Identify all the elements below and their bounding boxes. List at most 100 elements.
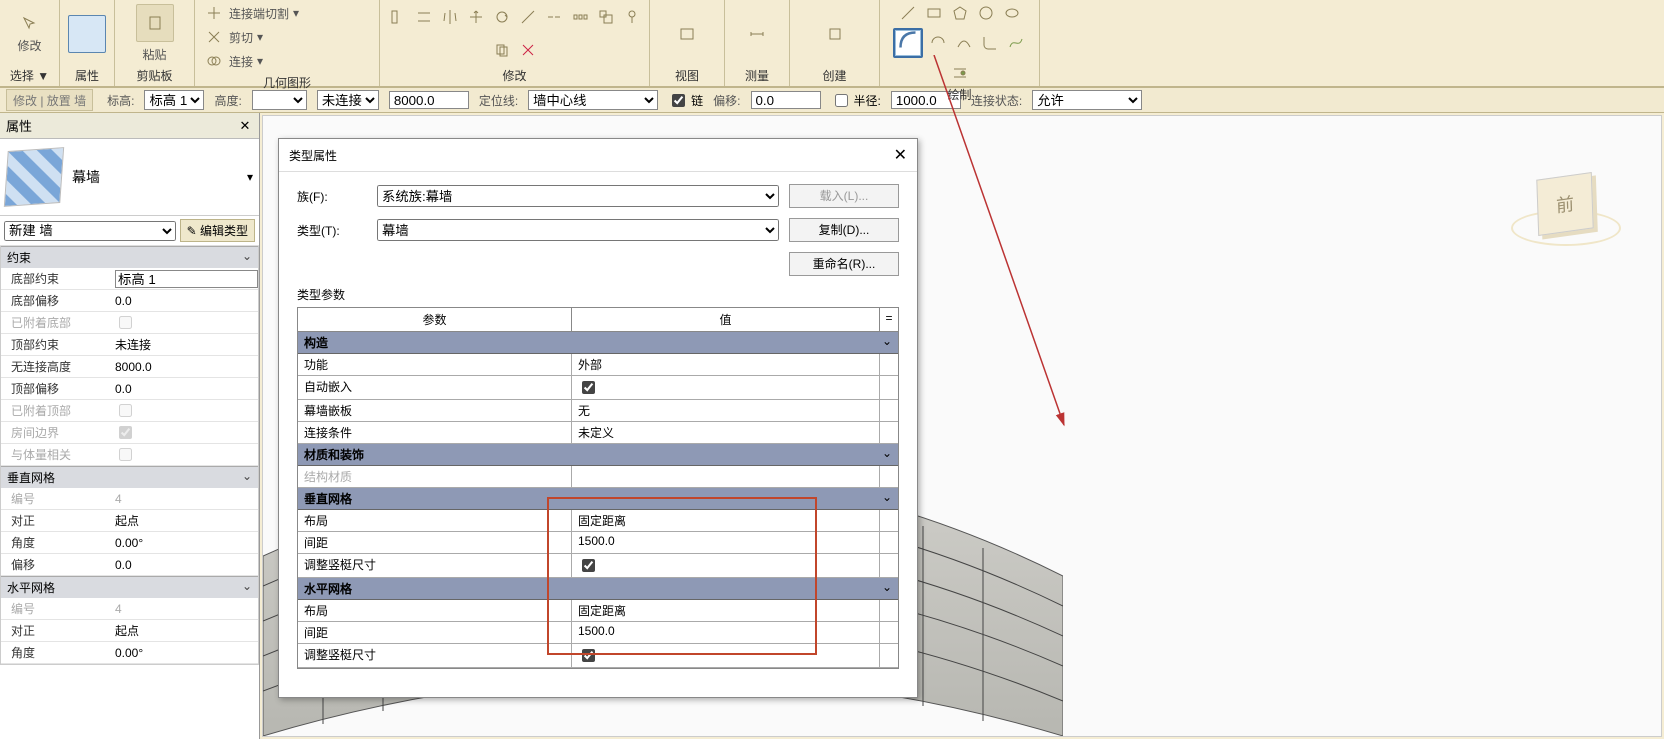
close-icon[interactable]: ✕ (237, 118, 253, 134)
prop-value[interactable]: 未连接 (111, 336, 258, 353)
dialog-title: 类型属性 (289, 147, 337, 164)
rect-icon[interactable] (924, 3, 944, 23)
section-constraints[interactable]: 约束⌄ (1, 246, 258, 268)
base-constraint-input[interactable] (115, 270, 258, 288)
pt-value[interactable]: 1500.0 (572, 622, 880, 643)
pt-value[interactable]: 固定距离 (572, 510, 880, 531)
copy-button[interactable]: 复制(D)... (789, 218, 899, 242)
view-cube[interactable]: 前 (1511, 166, 1621, 256)
family-select[interactable]: 系统族:幕墙 (377, 185, 779, 207)
prop-key: 对正 (1, 512, 111, 529)
pt-section-vgrid[interactable]: 垂直网格⌄ (298, 488, 898, 510)
coping-icon[interactable] (204, 3, 224, 23)
type-select[interactable]: 幕墙 (377, 219, 779, 241)
ellipse-icon[interactable] (1002, 3, 1022, 23)
mirror-icon[interactable] (440, 7, 460, 27)
height-mode-select[interactable] (252, 90, 307, 110)
viewcube-face[interactable]: 前 (1536, 172, 1593, 236)
array-icon[interactable] (570, 7, 590, 27)
radius-label: 半径: (854, 92, 881, 109)
pt-section-hgrid[interactable]: 水平网格⌄ (298, 578, 898, 600)
cut-button[interactable]: 剪切 (229, 29, 253, 46)
pin-icon[interactable] (622, 7, 642, 27)
pt-section-construction[interactable]: 构造⌄ (298, 332, 898, 354)
scale-icon[interactable] (596, 7, 616, 27)
pt-section-materials[interactable]: 材质和装饰⌄ (298, 444, 898, 466)
ribbon-group-label: 剪贴板 (119, 65, 190, 84)
properties-icon[interactable] (68, 15, 106, 53)
prop-value[interactable]: 0.00° (111, 536, 258, 550)
trim-icon[interactable] (518, 7, 538, 27)
close-icon[interactable]: ✕ (894, 145, 907, 165)
vgrid-adjust-checkbox[interactable] (582, 559, 595, 572)
fillet-arc-icon[interactable] (980, 33, 1000, 53)
pt-key: 布局 (298, 600, 572, 621)
create-icon[interactable] (825, 24, 845, 44)
offset-icon[interactable] (414, 7, 434, 27)
prop-value[interactable]: 0.0 (111, 558, 258, 572)
joinstate-select[interactable]: 允许 (1032, 90, 1142, 110)
delete-icon[interactable] (518, 40, 538, 60)
auto-embed-checkbox[interactable] (582, 381, 595, 394)
circle-icon[interactable] (976, 3, 996, 23)
pt-key: 间距 (298, 622, 572, 643)
height-constraint-select[interactable]: 未连接 (317, 90, 379, 110)
cursor-icon[interactable] (20, 14, 40, 34)
prop-value[interactable]: 8000.0 (111, 360, 258, 374)
align-icon[interactable] (388, 7, 408, 27)
chain-checkbox[interactable] (672, 94, 685, 107)
start-end-radius-arc-icon[interactable] (893, 28, 923, 58)
prop-value[interactable]: 0.0 (111, 294, 258, 308)
ribbon-group-label[interactable]: 选择 ▼ (4, 65, 55, 84)
offset-input[interactable] (751, 91, 821, 109)
modify-button[interactable]: 修改 (17, 37, 41, 54)
radius-checkbox[interactable] (835, 94, 848, 107)
rename-button[interactable]: 重命名(R)... (789, 252, 899, 276)
hgrid-adjust-checkbox[interactable] (582, 649, 595, 662)
locline-select[interactable]: 墙中心线 (528, 90, 658, 110)
cut-icon[interactable] (204, 27, 224, 47)
ribbon-group-select: 修改 选择 ▼ (0, 0, 60, 86)
arc-center-icon[interactable] (928, 33, 948, 53)
pt-value[interactable]: 无 (572, 400, 880, 421)
measure-icon[interactable] (747, 24, 767, 44)
prop-key: 编号 (1, 490, 111, 507)
paste-button[interactable]: 粘贴 (142, 46, 166, 63)
type-name[interactable]: 幕墙 (72, 167, 237, 187)
level-select[interactable]: 标高 1 (144, 90, 204, 110)
prop-key: 角度 (1, 534, 111, 551)
rotate-icon[interactable] (492, 7, 512, 27)
height-input[interactable] (389, 91, 469, 109)
pt-value[interactable]: 固定距离 (572, 600, 880, 621)
paste-icon[interactable] (136, 4, 174, 42)
coping-button[interactable]: 连接端切割 (229, 5, 289, 22)
line-icon[interactable] (898, 3, 918, 23)
move-icon[interactable] (466, 7, 486, 27)
pick-lines-icon[interactable] (950, 63, 970, 83)
room-bounding-checkbox (119, 426, 132, 439)
type-thumbnail (4, 147, 64, 207)
section-hgrid[interactable]: 水平网格⌄ (1, 576, 258, 598)
prop-value[interactable]: 起点 (111, 622, 258, 639)
split-icon[interactable] (544, 7, 564, 27)
pt-value[interactable]: 未定义 (572, 422, 880, 443)
instance-selector[interactable]: 新建 墙 (4, 221, 176, 241)
section-vgrid[interactable]: 垂直网格⌄ (1, 466, 258, 488)
prop-value[interactable]: 0.00° (111, 646, 258, 660)
copy-icon[interactable] (492, 40, 512, 60)
prop-value[interactable]: 0.0 (111, 382, 258, 396)
pt-key: 布局 (298, 510, 572, 531)
join-icon[interactable] (204, 51, 224, 71)
prop-key: 编号 (1, 600, 111, 617)
edit-type-button[interactable]: ✎ 编辑类型 (180, 219, 255, 242)
spline-icon[interactable] (1006, 33, 1026, 53)
polygon-icon[interactable] (950, 3, 970, 23)
pt-value[interactable]: 1500.0 (572, 532, 880, 553)
tangent-arc-icon[interactable] (954, 33, 974, 53)
height-label: 高度: (214, 92, 241, 109)
view-icon[interactable] (677, 24, 697, 44)
pt-value[interactable]: 外部 (572, 354, 880, 375)
chevron-down-icon[interactable]: ▾ (247, 170, 253, 184)
prop-value[interactable]: 起点 (111, 512, 258, 529)
join-button[interactable]: 连接 (229, 53, 253, 70)
